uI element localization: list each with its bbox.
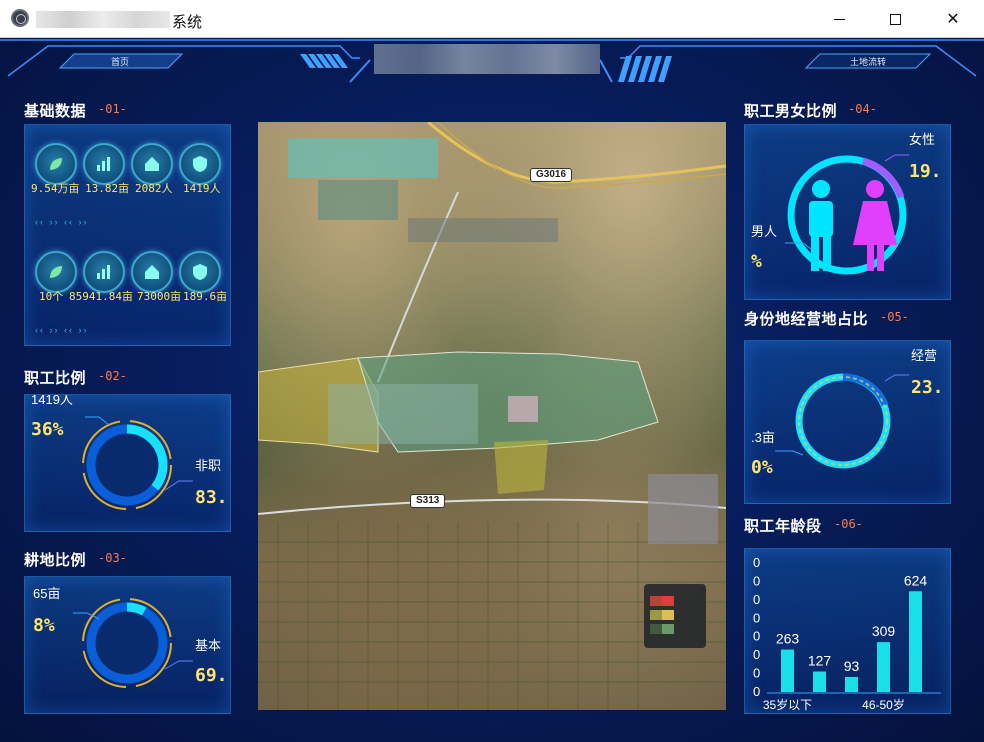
stat-other-area: 189.6亩	[183, 290, 228, 303]
age-bar-value-label: 127	[808, 652, 832, 668]
identity-ratio-title: 身份地经营地占比	[744, 311, 869, 328]
farmland-ratio-panel: 65亩 8% 基本 69.	[24, 576, 231, 714]
header-title-redacted	[374, 44, 600, 74]
age-bar-value-label: 93	[844, 658, 860, 674]
shield-icon	[179, 251, 221, 293]
age-bar	[781, 649, 794, 692]
gender-ratio-left-label: 男人	[751, 224, 778, 239]
female-figure-icon	[853, 180, 897, 271]
stat-land-area: 85941.84亩	[69, 290, 133, 303]
dashboard: 首页 土地流转 基础数据 -01- 9.54万亩 13.82亩 2082人 14…	[0, 38, 984, 742]
y-tick-label: 0	[753, 610, 760, 625]
staff-ratio-right-label: 非职	[195, 458, 222, 473]
identity-ratio-num: -05-	[880, 310, 909, 324]
gender-ratio-right-pct: 19.	[909, 161, 942, 182]
stat-unit-count: 10个	[39, 290, 64, 303]
staff-ratio-left-label: 1419人	[31, 394, 73, 407]
road-label-g3016: G3016	[530, 168, 573, 182]
farmland-ratio-title: 耕地比例	[24, 552, 87, 569]
basic-data-num: -01-	[98, 102, 127, 116]
stat-area-avg: 13.82亩	[85, 182, 130, 195]
staff-ratio-panel: 1419人 36% 非职 83.	[24, 394, 231, 532]
map-overlay	[258, 122, 726, 710]
staff-ratio-num: -02-	[98, 369, 127, 383]
age-bar	[909, 591, 922, 692]
gender-ratio-donut	[785, 154, 909, 275]
bar-chart-icon	[83, 251, 125, 293]
male-figure-icon	[809, 180, 833, 271]
stat-staff-count: 1419人	[183, 182, 221, 195]
shield-icon	[179, 143, 221, 185]
age-bar	[845, 676, 858, 692]
maximize-icon	[889, 13, 901, 25]
age-group-title: 职工年龄段	[744, 518, 822, 535]
farmland-ratio-right-label: 基本	[195, 638, 222, 653]
gender-ratio-title: 职工男女比例	[744, 103, 838, 120]
chevron-row-2: ‹‹ ›› ‹‹ ››	[35, 325, 89, 335]
gender-ratio-right-label: 女性	[909, 132, 936, 147]
close-button[interactable]: ✕	[924, 0, 982, 38]
basic-data-panel: 9.54万亩 13.82亩 2082人 1419人 ‹‹ ›› ‹‹ ›› 10…	[24, 124, 231, 346]
age-bar-value-label: 309	[872, 623, 896, 639]
gender-ratio-num: -04-	[848, 102, 877, 116]
road-label-s313: S313	[410, 494, 446, 508]
window-title-suffix: 系统	[172, 14, 203, 31]
staff-ratio-right-pct: 83.	[195, 487, 228, 508]
age-group-panel: 0 0 0 0 0 0 0 0 263 127 93 309 624 35岁以下 46-50岁	[744, 548, 951, 714]
farmland-ratio-left-label: 65亩	[33, 586, 61, 601]
minimize-icon	[833, 18, 845, 20]
window-titlebar: 系统 ✕	[0, 0, 984, 38]
identity-ratio-donut	[775, 373, 909, 469]
identity-ratio-left-pct: 0%	[751, 457, 773, 478]
farmland-ratio-num: -03-	[98, 551, 127, 565]
stat-cultivated-area: 73000亩	[137, 290, 182, 303]
minimize-button[interactable]	[810, 0, 868, 38]
y-tick-label: 0	[753, 647, 760, 662]
age-bar	[813, 671, 826, 692]
maximize-button[interactable]	[866, 0, 924, 38]
x-category-label: 46-50岁	[862, 697, 905, 712]
nav-home-button[interactable]: 首页	[58, 52, 182, 70]
house-icon	[131, 251, 173, 293]
staff-ratio-title: 职工比例	[24, 370, 87, 387]
gender-ratio-panel: 女性 19. 男人 %	[744, 124, 951, 300]
y-tick-label: 0	[753, 555, 760, 570]
age-bar-value-label: 624	[904, 572, 928, 588]
basic-data-title: 基础数据	[24, 103, 87, 120]
y-tick-label: 0	[753, 684, 760, 699]
y-tick-label: 0	[753, 592, 760, 607]
identity-ratio-panel: 经营 23. .3亩 0%	[744, 340, 951, 504]
farmland-ratio-right-pct: 69.	[195, 665, 228, 686]
y-tick-label: 0	[753, 573, 760, 588]
title-redacted	[36, 11, 170, 28]
house-icon	[131, 143, 173, 185]
chevron-row-1: ‹‹ ›› ‹‹ ››	[35, 217, 89, 227]
nav-land-transfer-button[interactable]: 土地流转	[806, 52, 930, 70]
y-tick-label: 0	[753, 629, 760, 644]
gender-ratio-left-pct: %	[751, 251, 762, 272]
identity-ratio-right-label: 经营	[911, 348, 938, 363]
identity-ratio-left-label: .3亩	[751, 430, 775, 445]
farmland-ratio-left-pct: 8%	[33, 615, 55, 636]
age-bar	[877, 642, 890, 692]
y-tick-label: 0	[753, 666, 760, 681]
leaf-icon	[35, 143, 77, 185]
staff-ratio-left-pct: 36%	[31, 419, 64, 440]
stat-people-total: 2082人	[135, 182, 173, 195]
leaf-icon	[35, 251, 77, 293]
bar-chart-icon	[83, 143, 125, 185]
satellite-map[interactable]: G3016 S313	[258, 122, 726, 710]
age-group-num: -06-	[834, 517, 863, 531]
close-icon: ✕	[946, 11, 960, 28]
stat-area-total: 9.54万亩	[31, 182, 80, 195]
age-group-bar-chart: 0 0 0 0 0 0 0 0 263 127 93 309 624 35岁以下 46-50岁	[753, 555, 941, 712]
identity-ratio-right-pct: 23.	[911, 377, 944, 398]
x-category-label: 35岁以下	[763, 697, 812, 712]
age-bar-value-label: 263	[776, 631, 800, 647]
app-icon	[11, 9, 29, 27]
